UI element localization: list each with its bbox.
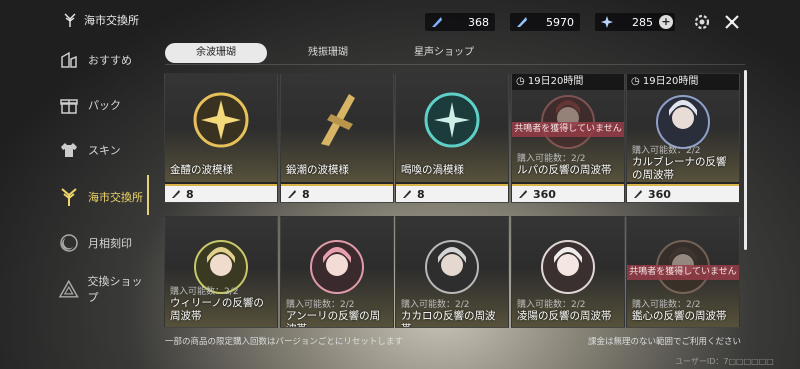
close-icon[interactable]: [722, 12, 742, 32]
item-price: 360: [533, 187, 556, 201]
triangle-shop-icon: [58, 279, 79, 298]
price-bar: 360: [512, 184, 624, 202]
character-portrait-icon: [541, 240, 595, 294]
shop-item-card[interactable]: ◷ 19日20時間 共鳴者を獲得していません 購入可能数：2/2 ルパの反響の周…: [511, 73, 625, 203]
price-bar: 8: [165, 184, 277, 202]
sidebar-item-label: おすすめ: [88, 54, 132, 67]
sidebar-item-label: 海市交換所: [88, 191, 143, 204]
moon-seal-icon: [60, 234, 78, 252]
item-name: 喝喚の渦模様: [401, 164, 464, 176]
not-owned-banner: 共鳴者を獲得していません: [512, 122, 624, 137]
currency-display-1[interactable]: 368: [425, 13, 495, 31]
blue-quill-icon: [634, 190, 642, 198]
item-price: 8: [302, 187, 310, 201]
item-name: 金醴の波模様: [170, 164, 233, 176]
star-crystal-icon: [601, 16, 613, 28]
sidebar-item-exchange-shop[interactable]: 交換ショップ: [52, 274, 152, 304]
price-bar: 8: [396, 184, 508, 202]
purchase-limit: 購入可能数：2/2: [632, 300, 701, 310]
blue-quill-icon: [172, 190, 180, 198]
item-name: カルブレーナの反響の周波帯: [632, 156, 727, 181]
item-name: カカロの反響の周波帯: [401, 310, 496, 327]
currency-value: 5970: [546, 15, 574, 29]
tree-emblem-icon: [64, 13, 76, 27]
sidebar-active-indicator: [147, 175, 149, 215]
item-price: 8: [186, 187, 194, 201]
blue-quill-icon: [288, 190, 296, 198]
sidebar-item-label: 交換ショップ: [87, 275, 143, 304]
time-remaining: ◷ 19日20時間: [627, 74, 739, 90]
purchase-limit: 購入可能数：2/2: [401, 300, 470, 310]
currency-value: 368: [468, 15, 489, 29]
purchase-limit: 購入可能数：2/2: [170, 287, 239, 297]
teal-vortex-emblem-icon: [424, 92, 480, 148]
shop-item-card[interactable]: 購入可能数：2/2 ウィリーノの反響の周波帯: [164, 216, 278, 328]
currency-value: 285: [632, 15, 653, 29]
purchase-limit: 購入可能数：2/2: [286, 300, 355, 310]
gold-wave-emblem-icon: [193, 92, 249, 148]
character-portrait-icon: [425, 240, 479, 294]
sidebar-item-exchange[interactable]: 海市交換所: [52, 182, 152, 212]
currency-display-2[interactable]: 5970: [510, 13, 580, 31]
sidebar-item-label: 月相刻印: [88, 237, 132, 250]
blue-quill-icon: [432, 17, 442, 27]
shop-item-card[interactable]: 購入可能数：2/2 アンーリの反響の周波帯: [280, 216, 394, 328]
settings-gear-icon[interactable]: [692, 12, 712, 32]
recommend-icon: [61, 51, 77, 68]
tab-bar: 余波珊瑚 残振珊瑚 星声ショップ: [165, 43, 745, 63]
shop-item-card[interactable]: 共鳴者を獲得していません 購入可能数：2/2 鑑心の反響の周波帯: [626, 216, 740, 328]
shop-item-card[interactable]: 喝喚の渦模様 8: [395, 73, 509, 203]
price-bar: 360: [627, 184, 739, 202]
sidebar-item-label: パック: [88, 99, 121, 112]
sidebar-item-skin[interactable]: スキン: [52, 135, 152, 165]
purchase-limit: 購入可能数：2/2: [632, 146, 701, 156]
time-remaining-text: 19日20時間: [527, 76, 584, 87]
item-price: 360: [648, 187, 671, 201]
purchase-limit: 購入可能数：2/2: [517, 154, 586, 164]
add-currency-button[interactable]: +: [659, 15, 673, 29]
user-id: ユーザーID：7□□□□□□: [675, 357, 774, 366]
gift-box-icon: [60, 99, 78, 114]
sidebar-item-moon-seal[interactable]: 月相刻印: [52, 228, 152, 258]
blue-quill-icon: [519, 190, 527, 198]
item-name: ルパの反響の周波帯: [517, 164, 612, 176]
item-name: 鑑心の反響の周波帯: [632, 310, 727, 322]
tab-aftershock-coral[interactable]: 余波珊瑚: [165, 43, 267, 63]
shirt-icon: [61, 143, 77, 157]
character-portrait-icon: [541, 95, 595, 149]
time-remaining-text: 19日20時間: [642, 76, 699, 87]
tab-residual-coral[interactable]: 残振珊瑚: [277, 43, 379, 63]
item-name: 凌陽の反響の周波帯: [517, 310, 612, 322]
scrollbar[interactable]: [744, 70, 747, 250]
sidebar-item-pack[interactable]: パック: [52, 90, 152, 120]
blue-quill-icon: [403, 190, 411, 198]
tree-emblem-icon: [61, 188, 77, 206]
sidebar-item-recommend[interactable]: おすすめ: [52, 45, 152, 75]
page-title-text: 海市交換所: [84, 14, 139, 27]
time-remaining: ◷ 19日20時間: [512, 74, 624, 90]
item-price: 8: [417, 187, 425, 201]
tab-divider: [165, 64, 745, 65]
reset-note: 一部の商品の限定購入回数はバージョンごとにリセットします: [165, 337, 403, 347]
page-title: 海市交換所: [62, 12, 139, 28]
gold-blade-emblem-icon: [321, 94, 355, 146]
purchase-limit: 購入可能数：2/2: [517, 300, 586, 310]
shop-item-card[interactable]: 購入可能数：2/2 カカロの反響の周波帯: [395, 216, 509, 328]
item-name: 鍛潮の波模様: [286, 164, 349, 176]
shop-item-card[interactable]: 金醴の波模様 8: [164, 73, 278, 203]
item-name: ウィリーノの反響の周波帯: [170, 297, 264, 322]
tab-star-voice-shop[interactable]: 星声ショップ: [393, 43, 495, 63]
blue-quill-icon: [517, 17, 527, 27]
item-name: アンーリの反響の周波帯: [286, 310, 381, 327]
spending-note: 課金は無理のない範囲でご利用ください: [588, 337, 742, 347]
shop-item-card[interactable]: 鍛潮の波模様 8: [280, 73, 394, 203]
sidebar-item-label: スキン: [88, 144, 121, 157]
price-bar: 8: [281, 184, 393, 202]
shop-item-card[interactable]: ◷ 19日20時間 購入可能数：2/2 カルブレーナの反響の周波帯 360: [626, 73, 740, 203]
currency-display-3[interactable]: 285 +: [595, 13, 675, 31]
not-owned-banner: 共鳴者を獲得していません: [627, 265, 739, 280]
shop-item-card[interactable]: 購入可能数：2/2 凌陽の反響の周波帯: [511, 216, 625, 328]
character-portrait-icon: [310, 240, 364, 294]
